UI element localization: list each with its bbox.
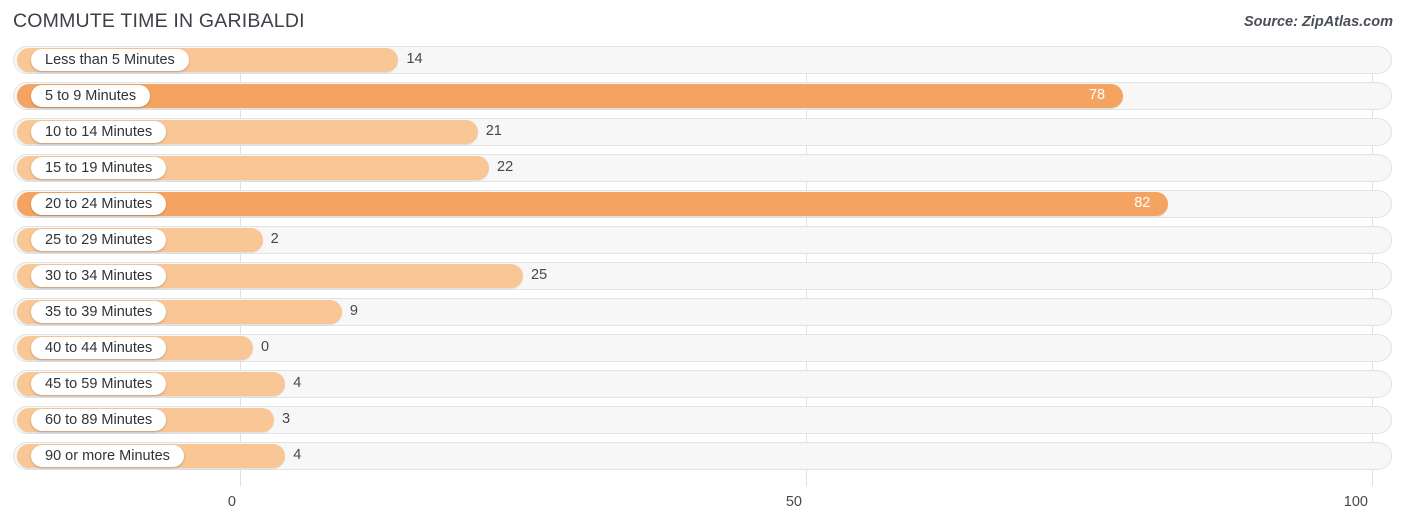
bar-value-label: 4: [293, 447, 302, 463]
bar-row[interactable]: Less than 5 Minutes 14: [0, 46, 1406, 74]
bar-row[interactable]: 45 to 59 Minutes 4: [0, 370, 1406, 398]
bar-category-label: 30 to 34 Minutes: [45, 267, 153, 284]
bar-category-pill: 45 to 59 Minutes: [31, 373, 167, 395]
chart-plot-area: Less than 5 Minutes 14 5 to 9 Minutes 78 10 …: [0, 46, 1406, 489]
bar-category-label: 45 to 59 Minutes: [45, 375, 153, 392]
bar-category-label: 35 to 39 Minutes: [45, 303, 153, 320]
bar-category-label: 90 or more Minutes: [45, 447, 170, 464]
bar-category-label: Less than 5 Minutes: [45, 51, 175, 68]
bar-category-pill: 40 to 44 Minutes: [31, 337, 167, 359]
bar-category-label: 40 to 44 Minutes: [45, 339, 153, 356]
axis-tick-label: 50: [785, 494, 802, 510]
bar-value-label: 22: [497, 159, 514, 175]
bar-category-pill: 90 or more Minutes: [31, 445, 184, 467]
bar-category-label: 25 to 29 Minutes: [45, 231, 153, 248]
bar-category-pill: 35 to 39 Minutes: [31, 301, 167, 323]
source-attribution: Source: ZipAtlas.com: [1243, 14, 1393, 30]
chart-header: COMMUTE TIME IN GARIBALDI Source: ZipAtl…: [0, 0, 1406, 46]
bar-value-label: 78: [1088, 87, 1106, 103]
x-axis: 0 50 100: [0, 489, 1406, 523]
bar-rows: Less than 5 Minutes 14 5 to 9 Minutes 78 10 …: [0, 46, 1406, 478]
bar-category-label: 5 to 9 Minutes: [45, 87, 137, 104]
bar-value-label: 25: [531, 267, 548, 283]
bar-category-pill: 30 to 34 Minutes: [31, 265, 167, 287]
page-title: COMMUTE TIME IN GARIBALDI: [13, 10, 305, 32]
bar-value-label: 3: [281, 411, 291, 427]
bar-row[interactable]: 10 to 14 Minutes 21: [0, 118, 1406, 146]
bar-value-label: 9: [349, 303, 358, 319]
bar-fill[interactable]: [17, 84, 1123, 108]
bar-value-label: 82: [1134, 195, 1151, 211]
bar-category-pill: 60 to 89 Minutes: [31, 409, 167, 431]
bar-category-pill: Less than 5 Minutes: [31, 49, 189, 71]
bar-value-label: 2: [270, 231, 279, 247]
bar-row[interactable]: 35 to 39 Minutes 9: [0, 298, 1406, 326]
bar-row[interactable]: 15 to 19 Minutes 22: [0, 154, 1406, 182]
bar-value-label: 0: [261, 339, 270, 355]
bar-category-pill: 15 to 19 Minutes: [31, 157, 167, 179]
bar-value-label: 4: [293, 375, 302, 391]
bar-row[interactable]: 40 to 44 Minutes 0: [0, 334, 1406, 362]
bar-row[interactable]: 25 to 29 Minutes 2: [0, 226, 1406, 254]
bar-value-label: 21: [485, 123, 502, 139]
bar-category-pill: 25 to 29 Minutes: [31, 229, 167, 251]
bar-row[interactable]: 30 to 34 Minutes 25: [0, 262, 1406, 290]
bar-category-label: 20 to 24 Minutes: [45, 195, 153, 212]
bar-category-label: 15 to 19 Minutes: [45, 159, 153, 176]
bar-value-label: 14: [406, 51, 423, 67]
bar-category-label: 60 to 89 Minutes: [45, 411, 153, 428]
axis-tick-label: 100: [1343, 494, 1368, 510]
bar-row[interactable]: 60 to 89 Minutes 3: [0, 406, 1406, 434]
bar-row[interactable]: 20 to 24 Minutes 82: [0, 190, 1406, 218]
bar-row[interactable]: 5 to 9 Minutes 78: [0, 82, 1406, 110]
bar-category-label: 10 to 14 Minutes: [45, 123, 153, 140]
bar-category-pill: 20 to 24 Minutes: [31, 193, 167, 215]
bar-category-pill: 5 to 9 Minutes: [31, 85, 151, 107]
axis-tick-label: 0: [227, 494, 236, 510]
bar-fill[interactable]: [17, 192, 1169, 216]
bar-row[interactable]: 90 or more Minutes 4: [0, 442, 1406, 470]
bar-category-pill: 10 to 14 Minutes: [31, 121, 167, 143]
